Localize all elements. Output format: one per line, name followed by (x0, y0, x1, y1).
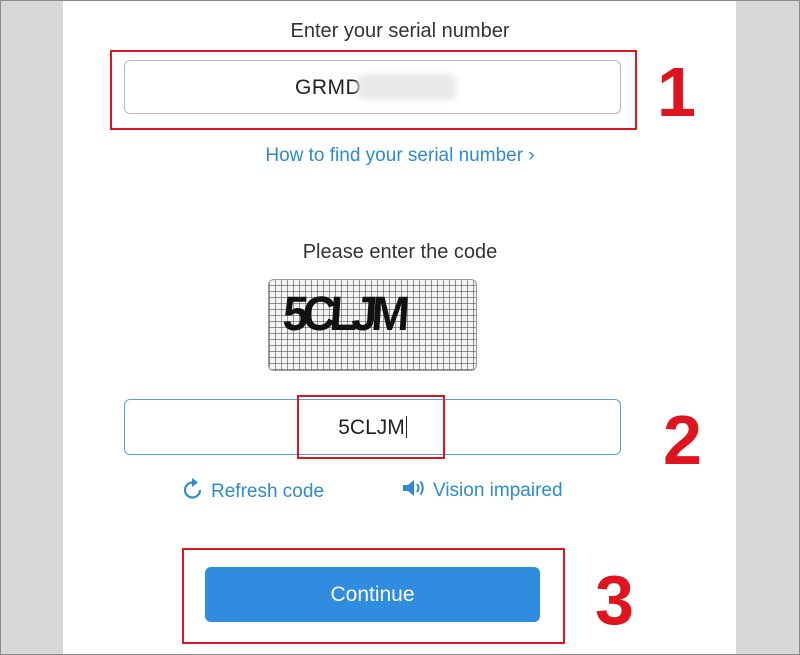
serial-number-input[interactable]: GRMD (124, 60, 621, 114)
redacted-serial-blur (358, 74, 456, 100)
refresh-code-link[interactable]: Refresh code (181, 477, 324, 507)
find-serial-link[interactable]: How to find your serial number › (0, 145, 800, 167)
refresh-icon (181, 477, 205, 507)
annotation-number-3: 3 (595, 561, 634, 639)
captcha-label: Please enter the code (302, 241, 498, 263)
captcha-code-input[interactable]: 5CLJM (124, 399, 621, 455)
serial-number-value: GRMD (295, 76, 362, 99)
refresh-code-label: Refresh code (211, 481, 325, 503)
annotation-number-2: 2 (663, 401, 702, 479)
captcha-image-text: 5CLJM (281, 285, 406, 341)
vision-impaired-label: Vision impaired (433, 480, 563, 502)
serial-number-label: Enter your serial number (290, 20, 510, 42)
text-caret (405, 416, 407, 438)
captcha-code-value: 5CLJM (338, 416, 405, 439)
continue-button[interactable]: Continue (205, 567, 540, 622)
vision-impaired-link[interactable]: Vision impaired (401, 477, 563, 505)
speaker-icon (401, 477, 429, 505)
annotation-number-1: 1 (657, 53, 696, 131)
captcha-image: 5CLJM (268, 279, 477, 371)
